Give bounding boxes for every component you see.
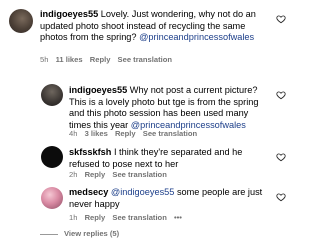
reply-button[interactable]: Reply bbox=[85, 213, 106, 222]
comment-meta: 4h 3 likes Reply See translation bbox=[69, 129, 202, 138]
avatar[interactable] bbox=[41, 146, 63, 168]
comment-meta: 1h Reply See translation ••• bbox=[69, 213, 187, 222]
comment-username[interactable]: skfsskfsh bbox=[69, 147, 111, 157]
reply-button[interactable]: Reply bbox=[115, 129, 136, 138]
mention-link[interactable]: @indigoeyes55 bbox=[111, 187, 174, 197]
more-options-icon[interactable]: ••• bbox=[174, 213, 182, 222]
comment-meta: 5h 11 likes Reply See translation bbox=[40, 55, 177, 64]
see-translation-button[interactable]: See translation bbox=[118, 55, 172, 64]
comment-text: indigoeyes55 Lovely. Just wondering, why… bbox=[40, 9, 256, 42]
avatar[interactable] bbox=[9, 9, 33, 33]
comment-username[interactable]: indigoeyes55 bbox=[69, 85, 127, 95]
comment-time: 4h bbox=[69, 129, 78, 138]
comment-text: skfsskfsh I think they're separated and … bbox=[69, 147, 243, 169]
divider bbox=[40, 233, 58, 235]
likes-count[interactable]: 3 likes bbox=[85, 129, 108, 138]
see-translation-button[interactable]: See translation bbox=[112, 170, 166, 179]
comment-text: medsecy @indigoeyes55 some people are ju… bbox=[69, 187, 263, 209]
heart-icon[interactable] bbox=[276, 152, 286, 162]
likes-count[interactable]: 11 likes bbox=[56, 55, 83, 64]
comment-username[interactable]: indigoeyes55 bbox=[40, 9, 98, 19]
view-replies-label: View replies (5) bbox=[64, 229, 120, 238]
heart-icon[interactable] bbox=[276, 14, 286, 24]
comment-time: 2h bbox=[69, 170, 78, 179]
heart-icon[interactable] bbox=[276, 90, 286, 100]
see-translation-button[interactable]: See translation bbox=[143, 129, 197, 138]
comment-time: 5h bbox=[40, 55, 49, 64]
reply-button[interactable]: Reply bbox=[85, 170, 106, 179]
heart-icon[interactable] bbox=[276, 192, 286, 202]
mention-link[interactable]: @princeandprincessofwales bbox=[131, 120, 246, 130]
see-translation-button[interactable]: See translation bbox=[112, 213, 166, 222]
reply-button[interactable]: Reply bbox=[90, 55, 111, 64]
comment-time: 1h bbox=[69, 213, 78, 222]
avatar[interactable] bbox=[41, 187, 63, 209]
avatar[interactable] bbox=[41, 84, 63, 106]
comment-meta: 2h Reply See translation bbox=[69, 170, 172, 179]
comment-text: indigoeyes55 Why not post a current pict… bbox=[69, 85, 259, 130]
mention-link[interactable]: @princeandprincessofwales bbox=[139, 32, 254, 42]
view-replies-button[interactable]: View replies (5) bbox=[40, 229, 119, 238]
comment-username[interactable]: medsecy bbox=[69, 187, 108, 197]
